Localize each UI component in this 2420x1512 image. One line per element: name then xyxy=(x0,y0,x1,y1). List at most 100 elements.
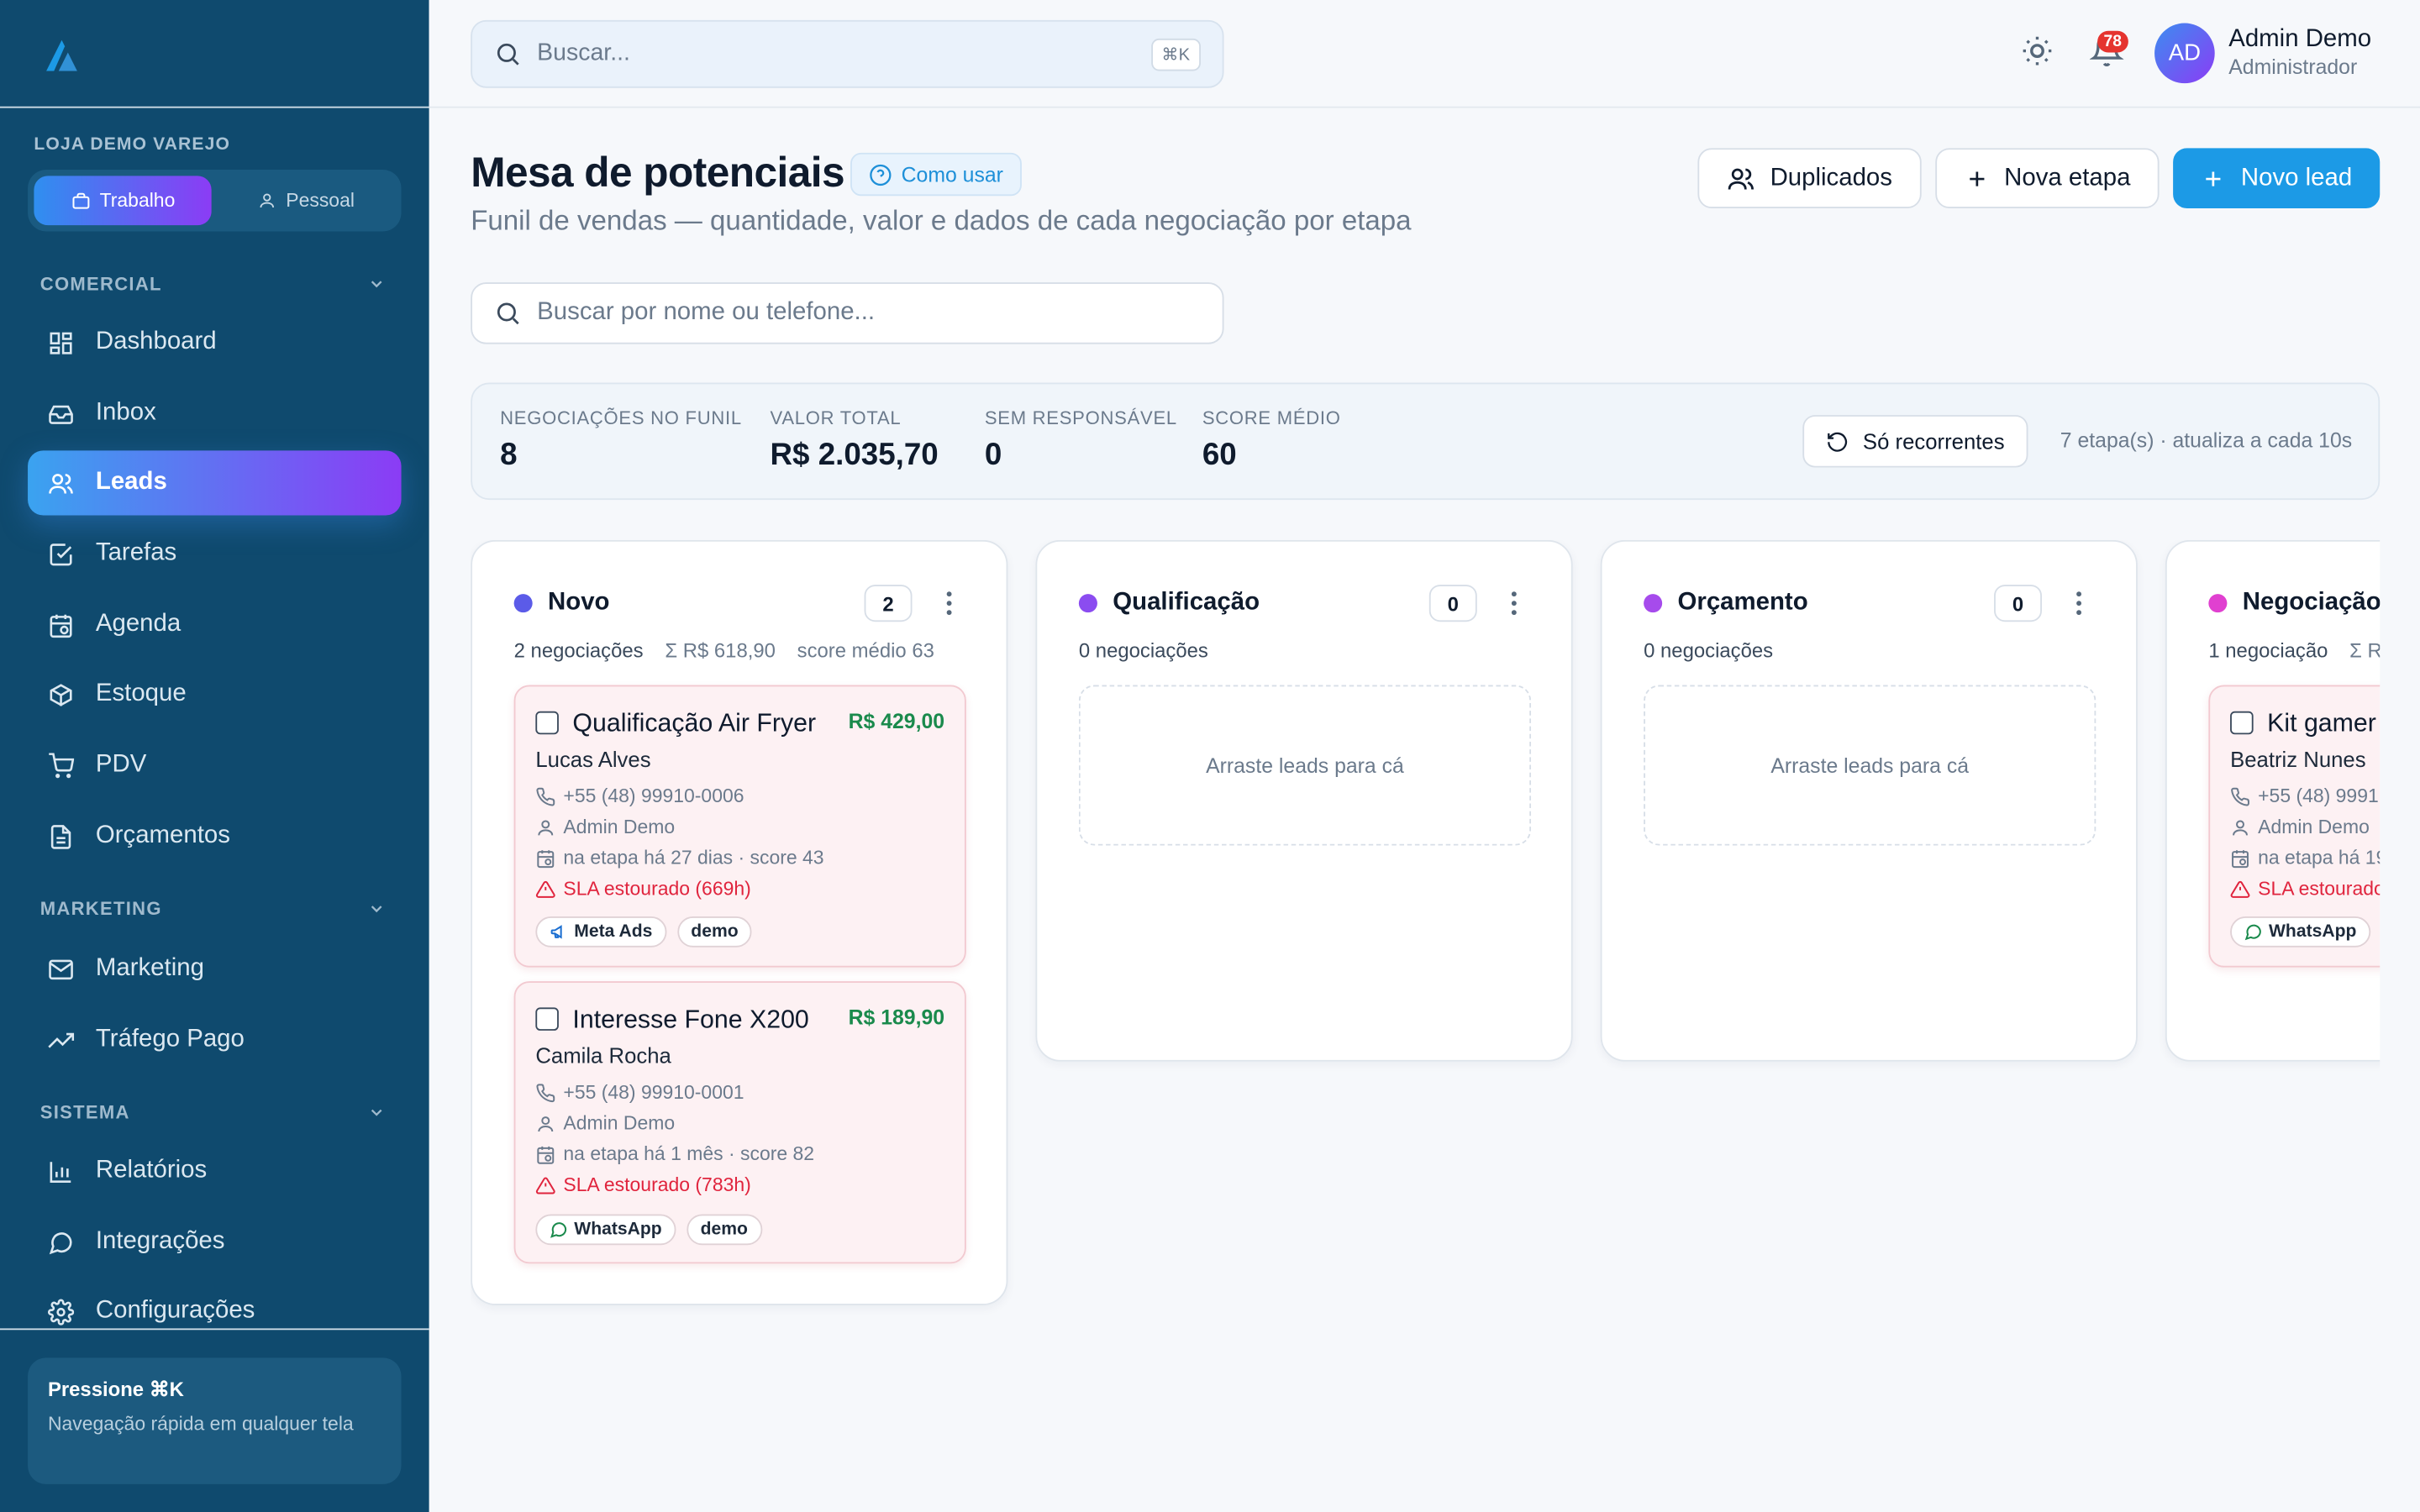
card-phone-text: +55 (48) 99910-0001 xyxy=(563,1081,744,1104)
sidebar-item-integracoes[interactable]: Integrações xyxy=(28,1210,401,1274)
tag-label: demo xyxy=(691,922,739,942)
card-owner: Admin Demo xyxy=(535,1112,675,1134)
duplicates-label: Duplicados xyxy=(1770,164,1892,191)
new-lead-label: Novo lead xyxy=(2240,164,2353,191)
chevron-down-icon xyxy=(371,906,382,913)
lead-card[interactable]: Kit gamer Beatriz Nunes +55 (48) 9991 Ad… xyxy=(2208,685,2381,968)
card-title: Qualificação Air Fryer xyxy=(572,709,817,738)
tag-demo[interactable]: demo xyxy=(676,916,753,948)
workspace-title: LOJA DEMO VAREJO xyxy=(34,135,230,155)
toggle-work[interactable]: Trabalho xyxy=(34,176,212,226)
card-title: Interesse Fone X200 xyxy=(572,1005,809,1034)
page-subtitle: Funil de vendas — quantidade, valor e da… xyxy=(471,205,1412,237)
sun-icon[interactable] xyxy=(2020,34,2054,67)
sidebar-item-agenda[interactable]: Agenda xyxy=(28,592,401,657)
tag-demo[interactable]: demo xyxy=(687,1214,762,1246)
stage-header: Orçamento xyxy=(1644,590,1808,617)
card-sla-text: SLA estourado xyxy=(2258,878,2381,900)
card-sla: SLA estourado (783h) xyxy=(535,1174,751,1195)
drop-zone[interactable]: Arraste leads para cá xyxy=(1644,685,2096,846)
lead-search-placeholder: Buscar por nome ou telefone... xyxy=(537,299,876,326)
recurring-only-button[interactable]: Só recorrentes xyxy=(1802,415,2028,468)
card-tags: WhatsApp demo xyxy=(535,1214,762,1246)
new-lead-button[interactable]: Novo lead xyxy=(2173,148,2381,208)
sidebar-item-label: Dashboard xyxy=(95,328,217,355)
grid-icon xyxy=(50,331,72,354)
card-phone: +55 (48) 9991 xyxy=(2230,785,2379,807)
tag-whatsapp[interactable]: WhatsApp xyxy=(535,1214,676,1246)
card-stage-info: na etapa há 27 dias · score 43 xyxy=(535,847,824,869)
funnel-stats: NEGOCIAÇÕES NO FUNIL 8 VALOR TOTAL R$ 2.… xyxy=(471,382,2381,501)
tag-whatsapp[interactable]: WhatsApp xyxy=(2230,916,2370,948)
whatsapp-icon xyxy=(2244,924,2261,941)
card-owner: Admin Demo xyxy=(2230,816,2370,837)
lead-search-input[interactable]: Buscar por nome ou telefone... xyxy=(471,282,1224,344)
stat-deals: NEGOCIAÇÕES NO FUNIL 8 xyxy=(500,407,742,474)
sidebar-item-estoque[interactable]: Estoque xyxy=(28,662,401,727)
plus-icon xyxy=(1969,171,1984,186)
sidebar-item-dashboard[interactable]: Dashboard xyxy=(28,310,401,375)
user-name[interactable]: Admin Demo xyxy=(2228,26,2371,54)
stage-header: Negociação xyxy=(2208,590,2380,617)
inbox-icon xyxy=(49,404,73,423)
briefcase-icon xyxy=(71,192,89,208)
stage-sum: Σ R$ xyxy=(2349,638,2380,662)
cart-icon xyxy=(49,752,75,778)
tag-label: WhatsApp xyxy=(2268,922,2357,942)
card-checkbox[interactable] xyxy=(2230,711,2254,735)
box-icon xyxy=(50,683,72,706)
avatar[interactable]: AD xyxy=(2154,23,2215,84)
logo-icon[interactable] xyxy=(43,34,80,74)
sidebar-item-configuracoes[interactable]: Configurações xyxy=(28,1279,401,1344)
stage-header: Qualificação xyxy=(1078,590,1260,617)
tag-meta-ads[interactable]: Meta Ads xyxy=(535,916,666,948)
stage-dot xyxy=(1078,594,1097,613)
stat-total: VALOR TOTAL R$ 2.035,70 xyxy=(771,407,939,474)
sidebar-item-trafego-pago[interactable]: Tráfego Pago xyxy=(28,1007,401,1072)
lead-card[interactable]: Qualificação Air Fryer R$ 429,00 Lucas A… xyxy=(513,685,966,968)
section-sistema-label: SISTEMA xyxy=(39,1101,130,1124)
card-sla: SLA estourado (669h) xyxy=(535,878,751,900)
global-search[interactable]: Buscar... ⌘K xyxy=(471,19,1224,88)
sidebar-item-relatorios[interactable]: Relatórios xyxy=(28,1139,401,1204)
bar-chart-icon xyxy=(50,1161,71,1183)
shortcut-hint-card: Pressione ⌘K Navegação rápida em qualque… xyxy=(28,1357,402,1484)
stage-meta: 0 negociações xyxy=(1079,638,1208,662)
card-stage-info-text: na etapa há 27 dias · score 43 xyxy=(563,847,824,869)
sidebar-item-orcamentos[interactable]: Orçamentos xyxy=(28,804,401,869)
stage-sum: Σ R$ 618,90 xyxy=(665,638,776,662)
toggle-personal-label: Pessoal xyxy=(286,189,355,212)
card-phone-text: +55 (48) 99910-0006 xyxy=(563,785,744,807)
phone-icon xyxy=(2231,786,2249,806)
stage-meta: 0 negociações xyxy=(1644,638,1773,662)
section-marketing[interactable]: MARKETING xyxy=(40,898,386,920)
section-sistema[interactable]: SISTEMA xyxy=(40,1101,386,1123)
stat-label: NEGOCIAÇÕES NO FUNIL xyxy=(500,407,742,429)
message-icon xyxy=(49,1231,72,1254)
lead-card[interactable]: Interesse Fone X200 R$ 189,90 Camila Roc… xyxy=(513,981,966,1264)
new-stage-button[interactable]: Nova etapa xyxy=(1935,148,2160,208)
card-checkbox[interactable] xyxy=(535,1007,559,1031)
section-comercial[interactable]: COMERCIAL xyxy=(40,273,386,295)
card-checkbox[interactable] xyxy=(535,711,559,735)
alert-triangle-icon xyxy=(2230,879,2250,897)
sidebar-item-pdv[interactable]: PDV xyxy=(28,732,401,797)
sidebar-item-inbox[interactable]: Inbox xyxy=(28,381,401,446)
sidebar-item-tarefas[interactable]: Tarefas xyxy=(28,522,401,586)
more-vertical-icon[interactable] xyxy=(2075,590,2084,617)
more-vertical-icon[interactable] xyxy=(944,590,954,617)
sidebar-item-leads[interactable]: Leads xyxy=(28,450,402,516)
sidebar-item-label: Leads xyxy=(95,469,167,496)
duplicates-button[interactable]: Duplicados xyxy=(1697,148,1922,208)
sidebar-item-marketing[interactable]: Marketing xyxy=(28,937,401,1001)
section-marketing-label: MARKETING xyxy=(39,897,162,920)
more-vertical-icon[interactable] xyxy=(1509,590,1518,617)
drop-zone[interactable]: Arraste leads para cá xyxy=(1078,685,1532,846)
phone-icon xyxy=(536,1083,555,1102)
stats-note: 7 etapa(s) · atualiza a cada 10s xyxy=(2060,428,2353,453)
stage-column-novo: Novo 2 2 negociações Σ R$ 618,90 score m… xyxy=(471,539,1008,1305)
tag-label: WhatsApp xyxy=(574,1220,662,1239)
how-to-button[interactable]: Como usar xyxy=(850,152,1022,197)
toggle-personal[interactable]: Pessoal xyxy=(218,176,395,225)
search-icon xyxy=(497,302,519,325)
